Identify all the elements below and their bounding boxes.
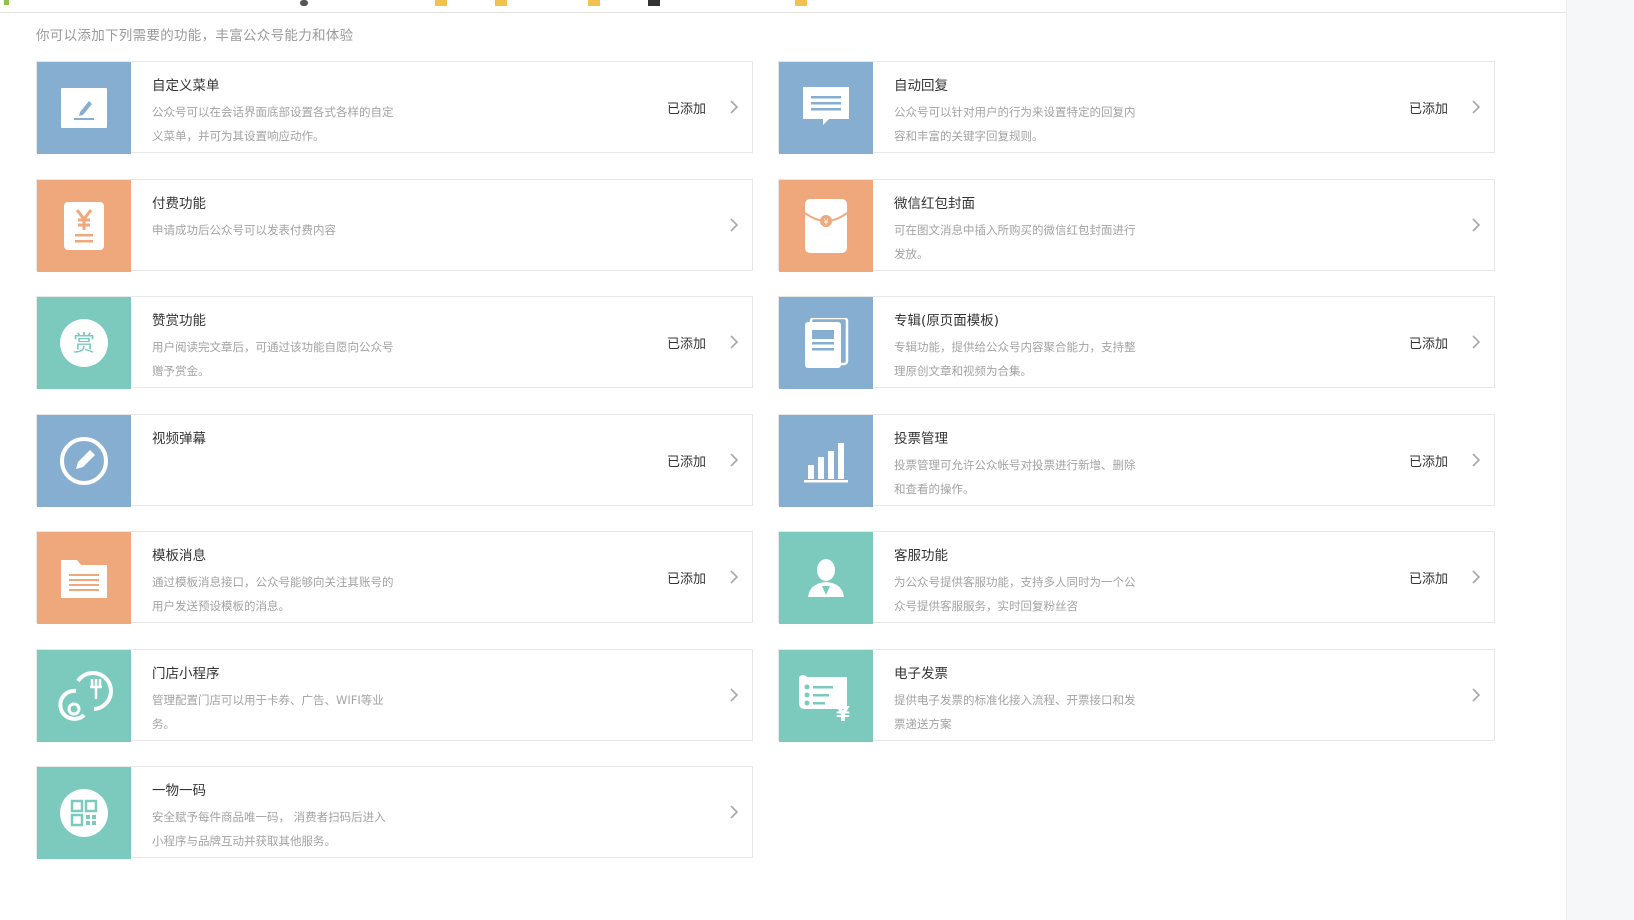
feature-description: 用户阅读完文章后，可通过该功能自愿向公众号赠予赏金。 — [152, 340, 394, 378]
feature-title: 视频弹幕 — [152, 430, 206, 447]
added-status: 已添加 — [1409, 102, 1449, 117]
chevron-right-icon[interactable] — [1469, 100, 1483, 114]
feature-card[interactable]: 模板消息通过模板消息接口，公众号能够向关注其账号的用户发送预设模板的消息。 已添加 — [36, 531, 753, 624]
feature-title: 自定义菜单 — [152, 78, 220, 94]
feature-card[interactable]: 专辑(原页面模板) 专辑功能，提供给公众号内容聚合能力，支持整理原创文章和视频为合… — [778, 296, 1495, 389]
chevron-right-icon[interactable] — [1469, 217, 1483, 232]
feature-description: 通过模板消息接口，公众号能够向关注其账号的用户发送预设模板的消息。 — [152, 575, 394, 613]
chevron-right-icon[interactable] — [727, 100, 741, 114]
svg-text:赏: 赏 — [73, 332, 95, 357]
feature-description: 申请成功后公众号可以发表付费内容 — [152, 222, 336, 237]
chevron-right-icon[interactable] — [1469, 687, 1483, 702]
chevron-right-icon[interactable] — [1469, 335, 1483, 349]
feature-card[interactable]: 视频弹幕已添加 — [36, 413, 753, 507]
feature-title: 专辑(原页面模板) — [894, 313, 1000, 329]
reward-icon: 赏 — [37, 297, 131, 389]
feature-card[interactable]: ¥ 电子发票提供电子发票的标准化接入流程、开票接口和发票递送方案 — [778, 648, 1495, 742]
chevron-right-icon[interactable] — [727, 805, 741, 819]
added-status: 已添加 — [667, 102, 707, 117]
feature-card[interactable]: 投票管理投票管理可允许公众帐号对投票进行新增、删除和查看的操作。 已添加 — [778, 413, 1495, 507]
chevron-right-icon[interactable] — [727, 335, 741, 349]
right-side-panel — [1566, 0, 1634, 920]
feature-description: 为公众号提供客服功能，支持多人同时为一个公众号提供客服服务，实时回复粉丝咨 — [894, 575, 1136, 613]
intro-text: 你可以添加下列需要的功能，丰富公众号能力和体验 — [36, 28, 354, 44]
top-toolbar-edge — [0, 0, 1566, 13]
folder-icon — [37, 532, 131, 624]
feature-title: 模板消息 — [152, 548, 206, 564]
feature-card[interactable]: 门店小程序管理配置门店可以用于卡券、广告、WIFI等业务。 — [36, 648, 753, 742]
chevron-right-icon[interactable] — [1469, 452, 1483, 467]
feature-card[interactable]: 自定义菜单公众号可以在会话界面底部设置各式各样的自定义菜单，并可为其设置响应动作… — [36, 61, 753, 154]
feature-title: 门店小程序 — [152, 665, 220, 682]
feature-card[interactable]: 付费功能申请成功后公众号可以发表付费内容 — [36, 178, 753, 272]
feature-description: 提供电子发票的标准化接入流程、开票接口和发票递送方案 — [894, 692, 1136, 731]
chevron-right-icon[interactable] — [727, 570, 741, 584]
added-status: 已添加 — [1409, 337, 1449, 352]
added-status: 已添加 — [667, 572, 707, 587]
added-status: 已添加 — [1409, 572, 1449, 587]
chevron-right-icon[interactable] — [727, 217, 741, 232]
message-icon — [779, 62, 873, 154]
svg-text:¥: ¥ — [836, 702, 850, 723]
added-status: 已添加 — [1409, 454, 1449, 470]
feature-description: 投票管理可允许公众帐号对投票进行新增、删除和查看的操作。 — [894, 457, 1136, 496]
feature-title: 赞赏功能 — [152, 313, 206, 329]
chevron-right-icon[interactable] — [727, 687, 741, 702]
chevron-right-icon[interactable] — [727, 452, 741, 467]
svg-text:¥: ¥ — [823, 217, 828, 226]
feature-description: 专辑功能，提供给公众号内容聚合能力，支持整理原创文章和视频为合集。 — [894, 340, 1136, 378]
red-envelope-icon: ¥ — [779, 179, 873, 272]
feature-title: 付费功能 — [152, 195, 206, 212]
invoice-icon: ¥ — [779, 649, 873, 742]
feature-title: 自动回复 — [894, 78, 948, 94]
support-agent-icon — [779, 532, 873, 624]
feature-description: 可在图文消息中插入所购买的微信红包封面进行发放。 — [894, 222, 1136, 261]
feature-card[interactable]: 客服功能为公众号提供客服功能，支持多人同时为一个公众号提供客服服务，实时回复粉丝… — [778, 531, 1495, 624]
feature-title: 微信红包封面 — [894, 195, 975, 212]
feature-description: 安全赋予每件商品唯一码， 消费者扫码后进入小程序与品牌互动并获取其他服务。 — [152, 810, 386, 848]
store-icon — [37, 649, 131, 742]
feature-description: 管理配置门店可以用于卡券、广告、WIFI等业务。 — [152, 692, 384, 731]
feature-title: 一物一码 — [152, 783, 206, 799]
feature-description: 公众号可以在会话界面底部设置各式各样的自定义菜单，并可为其设置响应动作。 — [152, 105, 394, 143]
album-icon — [779, 297, 873, 389]
edit-icon — [37, 62, 131, 154]
added-status: 已添加 — [667, 337, 707, 352]
feature-title: 电子发票 — [894, 665, 948, 682]
qr-code-icon — [37, 767, 131, 859]
feature-title: 客服功能 — [894, 548, 948, 564]
feature-card[interactable]: 一物一码安全赋予每件商品唯一码， 消费者扫码后进入小程序与品牌互动并获取其他服务… — [36, 766, 753, 859]
feature-card[interactable]: ¥ 微信红包封面可在图文消息中插入所购买的微信红包封面进行发放。 — [778, 178, 1495, 272]
added-status: 已添加 — [667, 454, 707, 470]
feature-card[interactable]: 赏 赞赏功能用户阅读完文章后，可通过该功能自愿向公众号赠予赏金。 已添加 — [36, 296, 753, 389]
bar-chart-icon — [779, 414, 873, 507]
feature-description: 公众号可以针对用户的行为来设置特定的回复内容和丰富的关键字回复规则。 — [894, 105, 1136, 143]
yen-receipt-icon — [37, 179, 131, 272]
feature-title: 投票管理 — [894, 430, 948, 447]
feature-card[interactable]: 自动回复公众号可以针对用户的行为来设置特定的回复内容和丰富的关键字回复规则。 已添… — [778, 61, 1495, 154]
chevron-right-icon[interactable] — [1469, 570, 1483, 584]
pencil-circle-icon — [37, 414, 131, 507]
